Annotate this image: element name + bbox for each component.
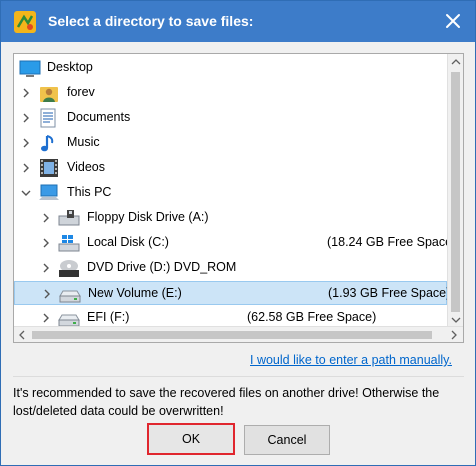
- recovery-warning-text: It's recommended to save the recovered f…: [13, 386, 440, 418]
- music-note-icon: [41, 135, 54, 152]
- chevron-right-icon[interactable]: [40, 261, 52, 275]
- tree-item-label: Floppy Disk Drive (A:): [87, 210, 209, 224]
- chevron-right-icon[interactable]: [20, 161, 32, 175]
- enter-path-manually-link[interactable]: I would like to enter a path manually.: [250, 353, 452, 367]
- ok-button[interactable]: OK: [147, 423, 235, 455]
- chevron-right-icon[interactable]: [40, 211, 52, 225]
- drive-icon: [58, 314, 80, 327]
- chevron-right-icon[interactable]: [20, 86, 32, 100]
- tree-item[interactable]: forev: [14, 81, 447, 105]
- tree-item-label: New Volume (E:): [88, 286, 182, 300]
- tree-item-label: Local Disk (C:): [87, 235, 169, 249]
- horizontal-scrollbar[interactable]: [14, 326, 463, 342]
- tree-item-label: forev: [67, 85, 95, 99]
- chevron-right-icon[interactable]: [41, 287, 53, 301]
- drive-icon: [59, 290, 81, 303]
- documents-icon: [40, 108, 56, 128]
- free-space-label: (1.93 GB Free Space): [328, 286, 451, 300]
- user-folder-icon: [40, 87, 58, 102]
- vertical-scroll-thumb[interactable]: [451, 72, 460, 312]
- windows-drive-icon: [58, 235, 80, 252]
- scroll-up-icon[interactable]: [451, 58, 461, 66]
- tree-item[interactable]: DVD Drive (D:) DVD_ROM: [14, 256, 447, 280]
- desktop-icon: [19, 60, 41, 77]
- film-strip-icon: [40, 159, 58, 177]
- dialog-title: Select a directory to save files:: [48, 13, 254, 29]
- title-bar: Select a directory to save files:: [1, 1, 475, 42]
- chevron-right-icon[interactable]: [40, 311, 52, 325]
- computer-icon: [39, 184, 59, 200]
- cancel-button[interactable]: Cancel: [244, 425, 330, 455]
- chevron-right-icon[interactable]: [20, 111, 32, 125]
- vertical-scrollbar[interactable]: [447, 54, 463, 328]
- divider: [13, 376, 464, 377]
- chevron-down-icon[interactable]: [20, 186, 32, 200]
- app-logo-icon: [14, 11, 36, 33]
- horizontal-scroll-thumb[interactable]: [32, 331, 432, 339]
- close-icon[interactable]: [438, 7, 468, 35]
- free-space-label: (18.24 GB Free Space): [327, 235, 457, 249]
- scroll-right-icon[interactable]: [450, 330, 458, 340]
- tree-item[interactable]: Videos: [14, 156, 447, 180]
- tree-item-label: This PC: [67, 185, 112, 199]
- tree-item-label: DVD Drive (D:) DVD_ROM: [87, 260, 237, 274]
- tree-item[interactable]: This PC: [14, 181, 447, 205]
- scroll-down-icon[interactable]: [451, 316, 461, 324]
- tree-item-label: Desktop: [47, 60, 93, 74]
- free-space-label: (62.58 GB Free Space): [247, 310, 377, 324]
- scroll-left-icon[interactable]: [18, 330, 26, 340]
- tree-item-label: EFI (F:): [87, 310, 130, 324]
- tree-item-label: Music: [67, 135, 100, 149]
- chevron-right-icon[interactable]: [20, 136, 32, 150]
- tree-item[interactable]: Desktop: [14, 56, 447, 80]
- chevron-right-icon[interactable]: [40, 236, 52, 250]
- dvd-drive-icon: [59, 260, 79, 277]
- floppy-drive-icon: [58, 210, 80, 226]
- tree-item[interactable]: Floppy Disk Drive (A:): [14, 206, 447, 230]
- tree-item-label: Documents: [67, 110, 131, 124]
- tree-item-label: Videos: [67, 160, 105, 174]
- tree-item[interactable]: Music: [14, 131, 447, 155]
- tree-item[interactable]: Documents: [14, 106, 447, 130]
- tree-item[interactable]: New Volume (E:) (1.93 GB Free Space): [14, 281, 451, 305]
- tree-item[interactable]: Local Disk (C:) (18.24 GB Free Space): [14, 231, 456, 255]
- directory-tree[interactable]: Desktop forev Documents Music Videos This PC F…: [13, 53, 464, 343]
- save-directory-dialog: Select a directory to save files: Deskto…: [0, 0, 476, 466]
- tree-rows: Desktop forev Documents Music Videos This PC F…: [14, 54, 456, 330]
